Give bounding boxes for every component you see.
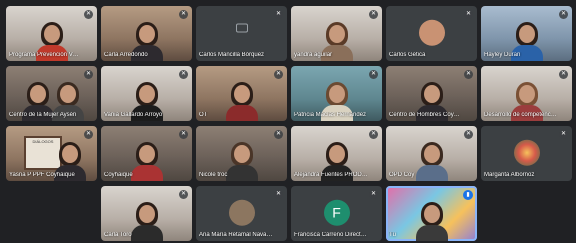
meeting-participant-grid: ✕ Programa Prevención VCM C... ✕ Carla A… [0,0,576,243]
participant-name: Desarrollo de competencias s... [484,112,558,118]
participant-tile[interactable]: ✕ Centro de Hombres Coyhaique [386,66,477,121]
participant-name: Carlos Mancilla Bórquez [199,52,265,58]
participant-name: OPD Coy [389,172,415,178]
mic-off-icon: ✕ [464,130,473,139]
participant-tile[interactable]: F ✕ Francisca Carreño Directora ... [291,186,382,241]
mic-off-icon: ✕ [369,190,378,199]
participant-name: OT [199,112,208,118]
participant-tile[interactable]: ✕ Desarrollo de competencias s... [481,66,572,121]
participant-avatar [228,199,255,226]
mic-off-icon: ✕ [84,10,93,19]
participant-name: Programa Prevención VCM C... [9,52,83,58]
participant-tile[interactable]: ✕ Nicole troc [196,126,287,181]
mic-off-icon: ✕ [369,130,378,139]
participant-tile[interactable]: ✕ Vania Gallardo Arroyo [101,66,192,121]
participant-tile[interactable]: ✕ Centro de la Mujer Aysén [6,66,97,121]
mic-off-icon: ✕ [464,70,473,79]
mic-off-icon: ✕ [84,70,93,79]
participant-name: Francisca Carreño Directora ... [294,232,368,238]
participant-name: Hayley Duran [484,52,521,58]
participant-name: yandra aguilar [294,52,333,58]
mic-off-icon: ✕ [179,130,188,139]
participant-avatar [513,139,540,166]
mic-off-icon: ✕ [274,70,283,79]
participant-tile[interactable]: ✕ OT [196,66,287,121]
participant-tile[interactable]: ✕ Carla Toro [101,186,192,241]
participant-tile[interactable]: ✕ Hayley Duran [481,6,572,61]
participant-tile[interactable]: ✕ Programa Prevención VCM C... [6,6,97,61]
mic-off-icon: ✕ [369,70,378,79]
participant-name: Carla Arredondo [104,52,148,58]
participant-tile[interactable]: ✕ Carlos Getica [386,6,477,61]
participant-tile[interactable]: ✕ Patricia Macías Hernández [291,66,382,121]
participant-name: Vania Gallardo Arroyo [104,112,163,118]
participant-name: Centro de la Mujer Aysén [9,112,77,118]
participant-name: Margarita Albornoz [484,172,535,178]
mic-off-icon: ✕ [559,10,568,19]
participant-name: Yasna P PPF Coyhaique [9,172,75,178]
mic-off-icon: ✕ [274,10,283,19]
participant-avatar [418,19,445,46]
participant-tile[interactable]: DIÁLOGOS ✕ Yasna P PPF Coyhaique [6,126,97,181]
mic-off-icon: ✕ [559,130,568,139]
participant-name: Nicole troc [199,172,228,178]
self-view-tile[interactable]: ▮ Tú [386,186,477,241]
participant-name: Centro de Hombres Coyhaique [389,112,463,118]
mic-off-icon: ✕ [274,190,283,199]
participant-name: Carlos Getica [389,52,426,58]
participant-name: Coyhaique [104,172,133,178]
participant-name: Patricia Macías Hernández [294,112,367,118]
participant-tile[interactable]: ✕ Carla Arredondo [101,6,192,61]
mic-off-icon: ✕ [369,10,378,19]
mic-off-icon: ✕ [179,10,188,19]
mic-off-icon: ✕ [179,70,188,79]
participant-name: Tú [389,232,397,238]
participant-tile[interactable]: ✕ Alejandra Fuentes PRODEMU [291,126,382,181]
participant-avatar: F [323,199,350,226]
mic-off-icon: ✕ [179,190,188,199]
participant-name: Carla Toro [104,232,132,238]
participant-tile[interactable]: ✕ Ana María Retamal Navarrete [196,186,287,241]
camera-off-icon [235,23,248,33]
participant-name: Alejandra Fuentes PRODEMU [294,172,368,178]
participant-tile[interactable]: ✕ OPD Coy [386,126,477,181]
participant-tile[interactable]: ✕ Carlos Mancilla Bórquez [196,6,287,61]
participant-name: Ana María Retamal Navarrete [199,232,273,238]
mic-off-icon: ✕ [464,10,473,19]
participant-tile[interactable]: ✕ yandra aguilar [291,6,382,61]
speaking-indicator-icon: ▮ [463,190,473,200]
participant-tile[interactable]: ✕ Coyhaique [101,126,192,181]
mic-off-icon: ✕ [559,70,568,79]
mic-off-icon: ✕ [84,130,93,139]
mic-off-icon: ✕ [274,130,283,139]
participant-tile[interactable]: ✕ Margarita Albornoz [481,126,572,181]
